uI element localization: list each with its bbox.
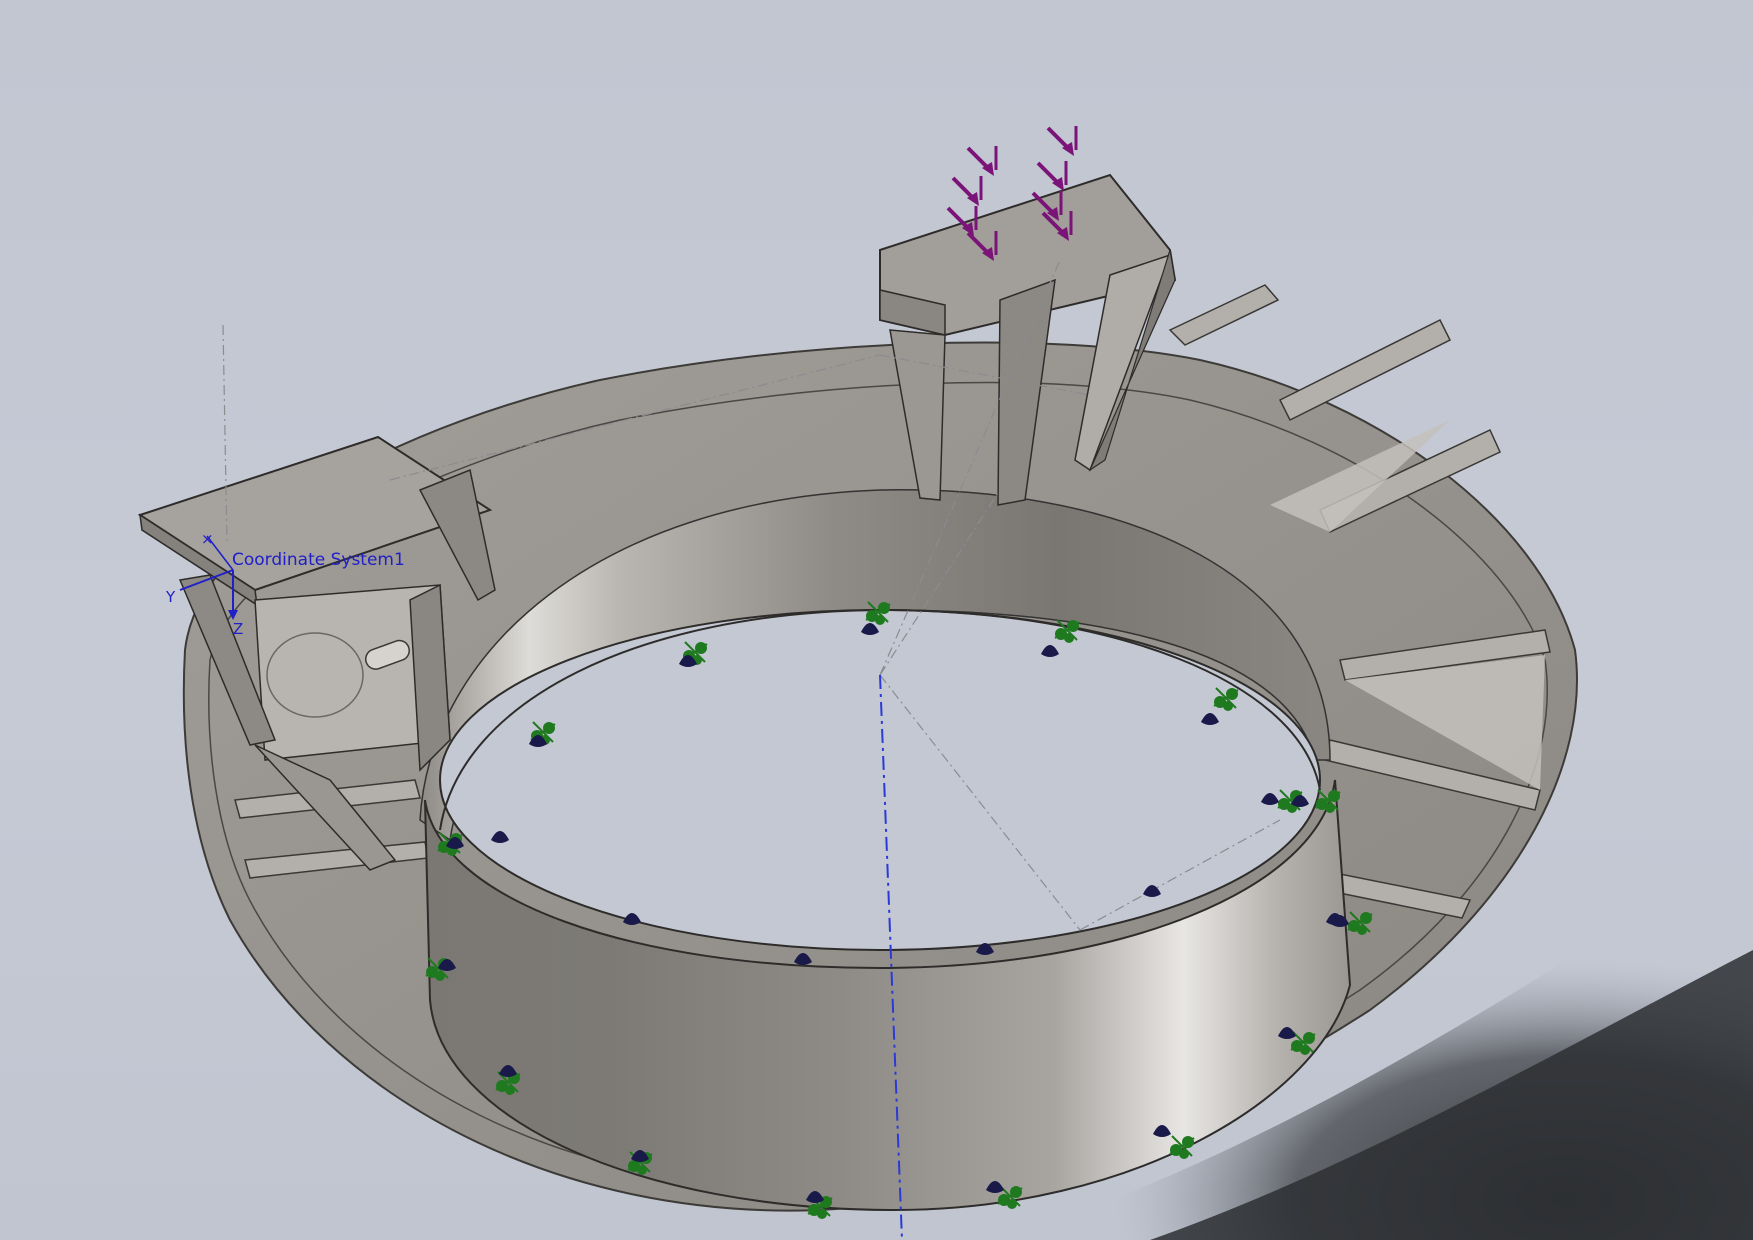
cylinder-inner-opening [439,609,1321,951]
graphics-viewport[interactable]: × Y Z Coordinate System1 [0,0,1753,1240]
force-arrow-icon[interactable] [966,146,998,176]
axis-y-label: Y [165,588,176,606]
force-arrow-icon[interactable] [1046,126,1078,156]
coordinate-system-label[interactable]: Coordinate System1 [232,550,405,570]
force-arrow-icon[interactable] [1036,161,1068,191]
axis-z-label: Z [233,620,243,638]
svg-text:×: × [201,530,214,548]
force-arrow-icon[interactable] [951,176,983,206]
model-scene[interactable]: × Y Z Coordinate System1 [0,0,1753,1240]
